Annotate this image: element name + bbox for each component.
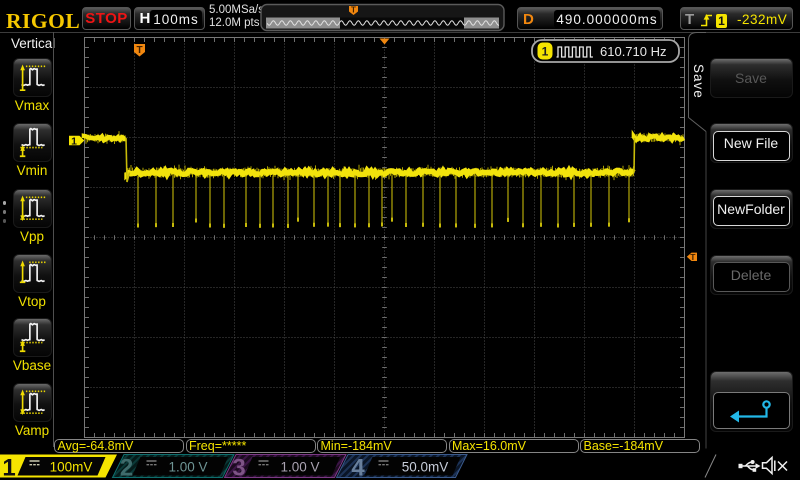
- svg-text:1.00 V: 1.00 V: [280, 459, 319, 474]
- svg-text:1: 1: [2, 455, 15, 480]
- svg-text:1: 1: [71, 136, 77, 148]
- svg-text:1: 1: [542, 45, 549, 59]
- svg-text:2: 2: [120, 455, 133, 480]
- svg-text:T: T: [690, 252, 696, 262]
- svg-text:3: 3: [232, 455, 245, 480]
- svg-text:4: 4: [351, 455, 365, 480]
- svg-text:1.00 V: 1.00 V: [168, 459, 207, 474]
- svg-text:610.710 Hz: 610.710 Hz: [600, 44, 667, 59]
- svg-text:50.0mV: 50.0mV: [402, 459, 449, 474]
- svg-text:100mV: 100mV: [50, 459, 93, 474]
- svg-text:T: T: [136, 45, 142, 56]
